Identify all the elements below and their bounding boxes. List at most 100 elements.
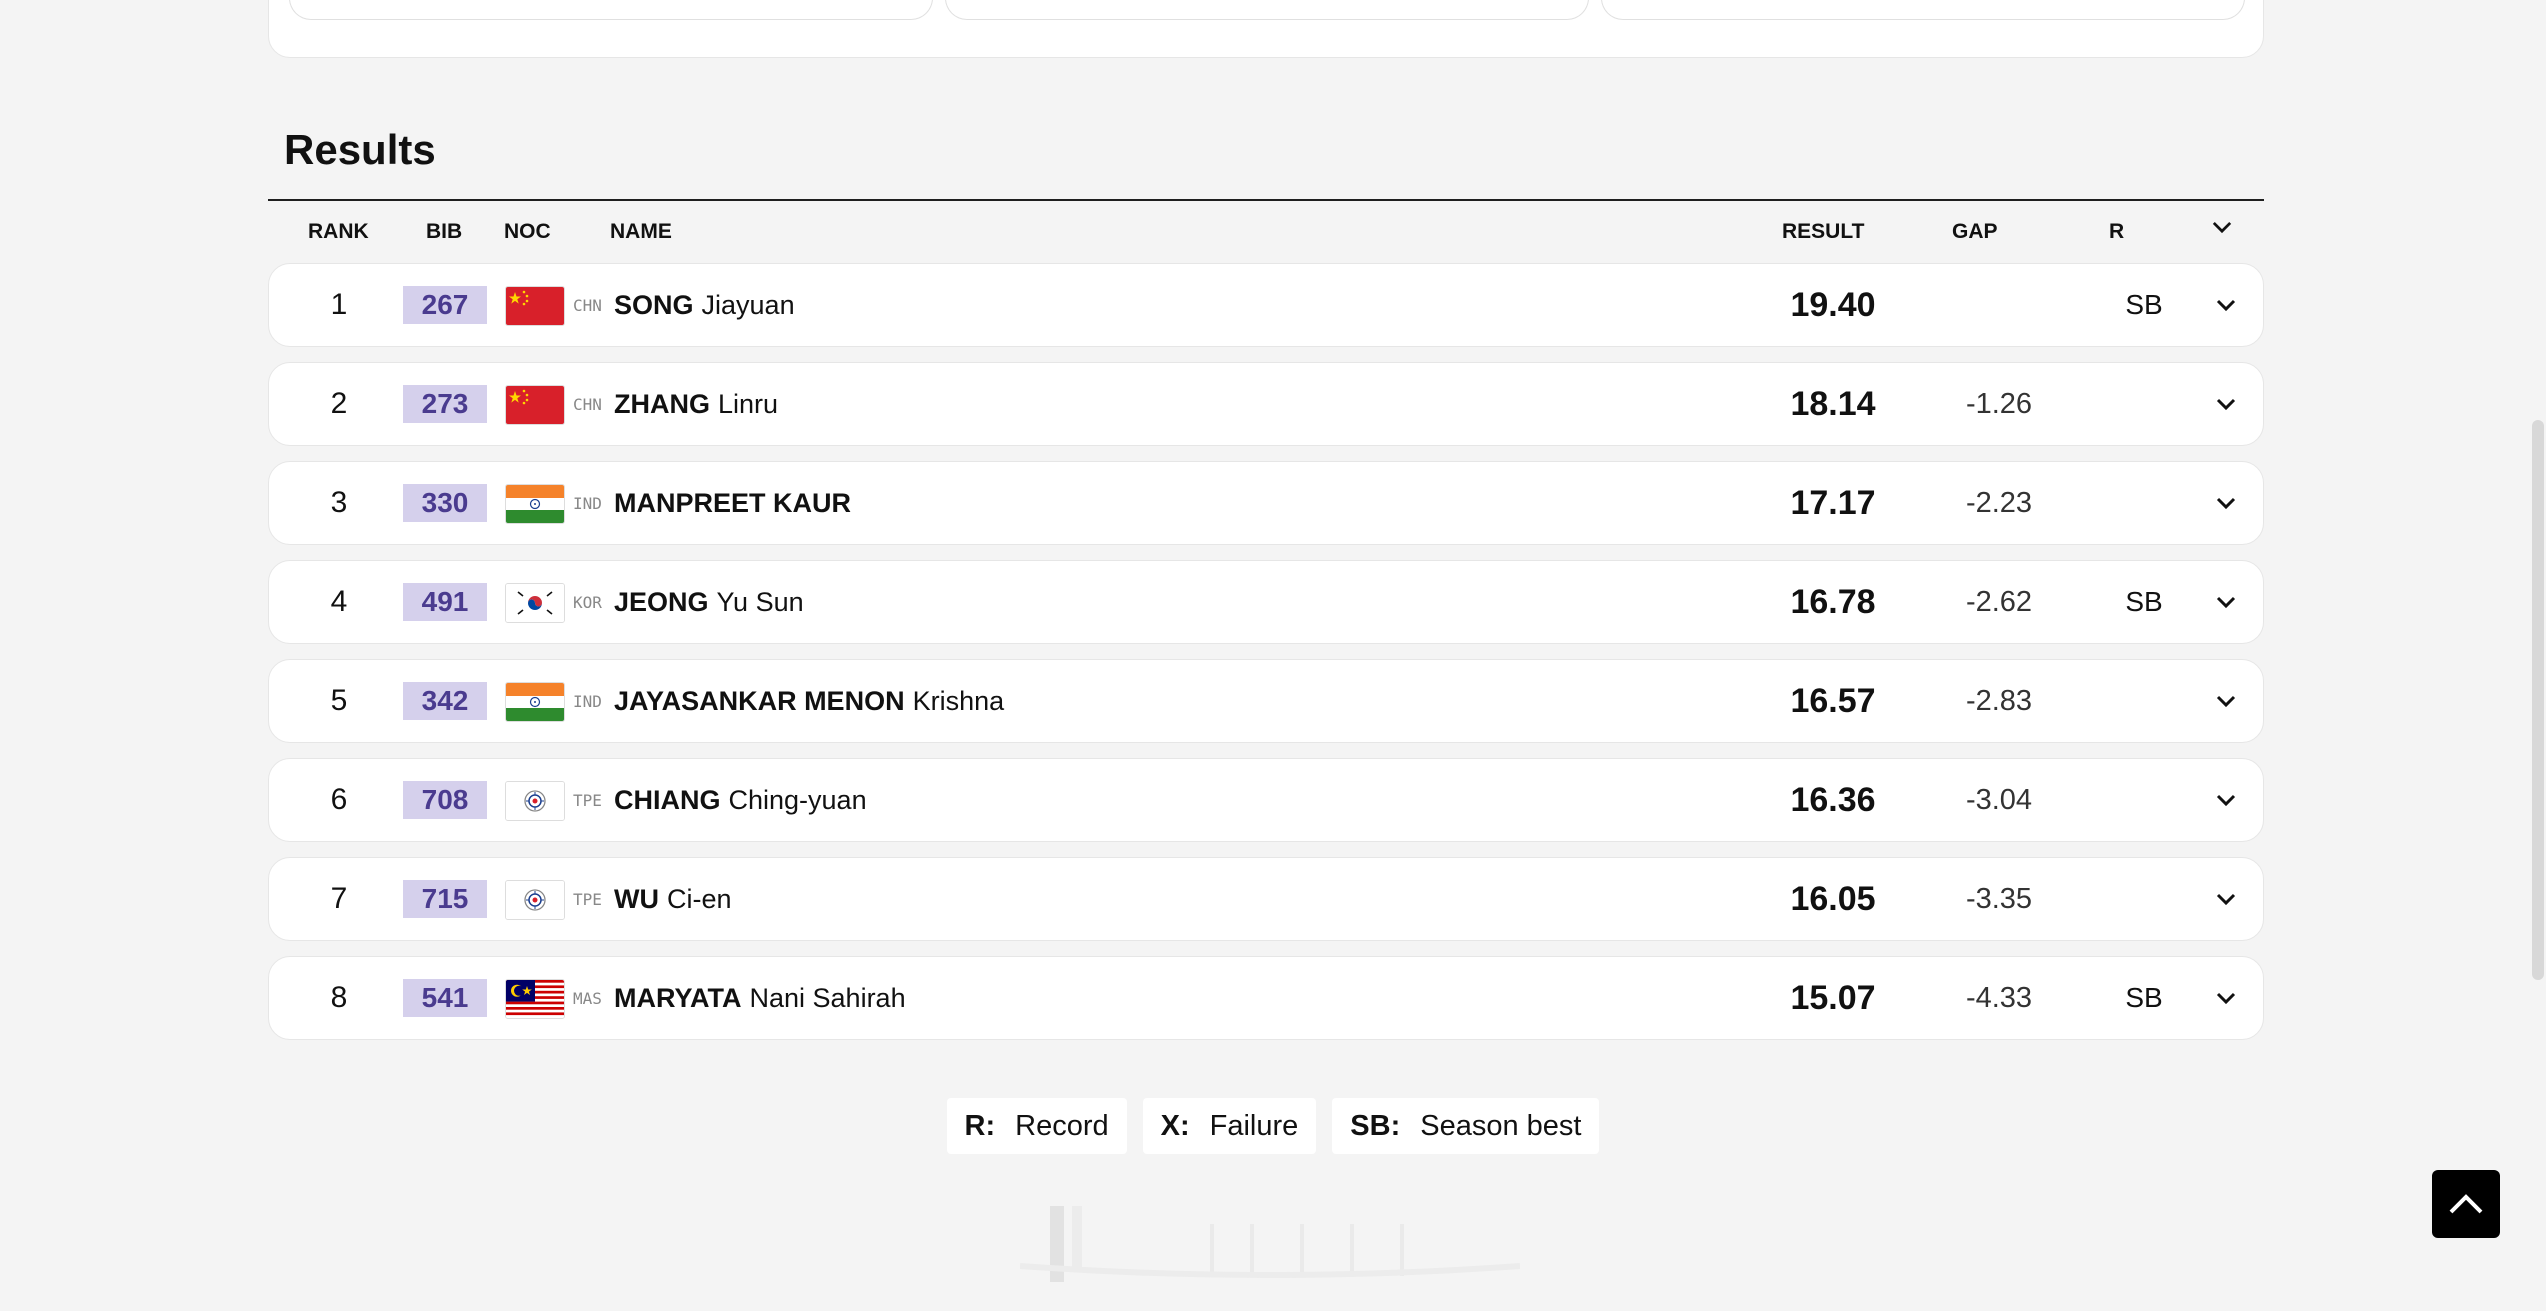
athlete-last-name: ZHANG: [614, 388, 710, 419]
gap-value: -3.04: [1965, 783, 2033, 816]
legend-item-failure: X: Failure: [1142, 1098, 1317, 1154]
record-value: SB: [2125, 982, 2163, 1013]
legend: R: Record X: Failure SB: Season best: [0, 1098, 2546, 1154]
legend-item-season-best: SB: Season best: [1332, 1098, 1600, 1154]
noc-code: IND: [573, 691, 602, 711]
result-value: 16.36: [1790, 780, 1876, 819]
rank: 4: [330, 585, 348, 618]
bib-badge: 330: [403, 484, 487, 522]
result-row[interactable]: 8 541 MAS MARYATA Nani Sahirah 15.07 -4.33 SB: [268, 956, 2264, 1040]
result-row[interactable]: 2 273 CHN ZHANG Linru 18.14 -1.26: [268, 362, 2264, 446]
bib-badge: 267: [403, 286, 487, 324]
name-header: NAME: [610, 220, 672, 243]
athlete-first-name: Ching-yuan: [728, 784, 867, 815]
title-divider: [268, 199, 2264, 201]
result-value: 17.17: [1790, 483, 1876, 522]
expand-row-button[interactable]: [2206, 363, 2246, 445]
athlete-first-name: Ci-en: [666, 883, 732, 914]
chevron-down-icon: [2216, 893, 2236, 906]
rank: 6: [330, 783, 348, 816]
gap-value: -4.33: [1965, 981, 2033, 1014]
chevron-down-icon: [2216, 695, 2236, 708]
athlete-name[interactable]: SONG Jiayuan: [614, 264, 795, 346]
expand-all-button[interactable]: [2212, 216, 2232, 240]
legend-key: R:: [964, 1109, 996, 1142]
athlete-last-name: SONG: [614, 289, 694, 320]
result-row[interactable]: 7 715 TPE WU Ci-en 16.05 -3.35: [268, 857, 2264, 941]
result-header: RESULT: [1782, 220, 1865, 243]
result-value: 19.40: [1790, 285, 1876, 324]
rank: 8: [330, 981, 348, 1014]
athlete-first-name: Linru: [718, 388, 779, 419]
athlete-name[interactable]: MARYATA Nani Sahirah: [614, 957, 906, 1039]
athlete-name[interactable]: MANPREET KAUR: [614, 462, 859, 544]
athlete-name[interactable]: WU Ci-en: [614, 858, 732, 940]
athlete-name[interactable]: JEONG Yu Sun: [614, 561, 804, 643]
expand-row-button[interactable]: [2206, 759, 2246, 841]
expand-row-button[interactable]: [2206, 957, 2246, 1039]
china-flag-icon: [505, 286, 565, 326]
chevron-up-icon: [2449, 1194, 2483, 1214]
athlete-first-name: Krishna: [912, 685, 1005, 716]
gap-value: -1.26: [1965, 387, 2033, 420]
athlete-last-name: MANPREET KAUR: [614, 487, 852, 518]
result-row[interactable]: 5 342 IND JAYASANKAR MENON Krishna 16.57 -2.83: [268, 659, 2264, 743]
page-scrollbar[interactable]: [2532, 420, 2544, 980]
rank-header: RANK: [308, 220, 369, 243]
chevron-down-icon: [2216, 398, 2236, 411]
china-flag-icon: [505, 385, 565, 425]
chevron-down-icon: [2216, 299, 2236, 312]
legend-label: Failure: [1209, 1109, 1299, 1142]
record-value: [2089, 462, 2199, 544]
india-flag-icon: [505, 484, 565, 524]
korea-flag-icon: [505, 583, 565, 623]
athlete-last-name: WU: [614, 883, 659, 914]
expand-row-button[interactable]: [2206, 264, 2246, 346]
bib-badge: 273: [403, 385, 487, 423]
chevron-down-icon: [2216, 596, 2236, 609]
athlete-first-name: Nani Sahirah: [749, 982, 906, 1013]
gap-value: -2.83: [1965, 684, 2033, 717]
chevron-down-icon: [2212, 221, 2232, 234]
expand-row-button[interactable]: [2206, 858, 2246, 940]
bib-header: BIB: [426, 220, 463, 243]
chevron-down-icon: [2216, 794, 2236, 807]
record-value: [2089, 759, 2199, 841]
scroll-to-top-button[interactable]: [2432, 1170, 2500, 1238]
athlete-last-name: MARYATA: [614, 982, 742, 1013]
rank: 1: [330, 288, 348, 321]
athlete-last-name: CHIANG: [614, 784, 721, 815]
noc-code: CHN: [573, 295, 602, 315]
record-value: [2089, 660, 2199, 742]
record-value: [2089, 363, 2199, 445]
bib-badge: 491: [403, 583, 487, 621]
legend-item-record: R: Record: [946, 1098, 1127, 1154]
legend-key: SB:: [1350, 1109, 1401, 1142]
noc-code: TPE: [573, 889, 602, 909]
record-value: SB: [2125, 586, 2163, 617]
noc-header: NOC: [504, 220, 551, 243]
athlete-last-name: JEONG: [614, 586, 709, 617]
expand-row-button[interactable]: [2206, 462, 2246, 544]
results-table-header: RANK BIB NOC NAME RESULT GAP R: [268, 214, 2264, 250]
summary-cards: [268, 0, 2264, 58]
result-row[interactable]: 3 330 IND MANPREET KAUR 17.17 -2.23: [268, 461, 2264, 545]
results-title: Results: [284, 126, 436, 173]
athlete-name[interactable]: ZHANG Linru: [614, 363, 778, 445]
rank: 3: [330, 486, 348, 519]
rank: 7: [330, 882, 348, 915]
athlete-first-name: Yu Sun: [716, 586, 804, 617]
athlete-name[interactable]: CHIANG Ching-yuan: [614, 759, 867, 841]
india-flag-icon: [505, 682, 565, 722]
result-value: 15.07: [1790, 978, 1876, 1017]
expand-row-button[interactable]: [2206, 561, 2246, 643]
athlete-last-name: JAYASANKAR MENON: [614, 685, 905, 716]
expand-row-button[interactable]: [2206, 660, 2246, 742]
athlete-name[interactable]: JAYASANKAR MENON Krishna: [614, 660, 1004, 742]
chevron-down-icon: [2216, 992, 2236, 1005]
result-row[interactable]: 1 267 CHN SONG Jiayuan 19.40 SB: [268, 263, 2264, 347]
result-row[interactable]: 6 708 TPE CHIANG Ching-yuan 16.36 -3.04: [268, 758, 2264, 842]
legend-key: X:: [1160, 1109, 1190, 1142]
chinese-taipei-flag-icon: [505, 880, 565, 920]
result-row[interactable]: 4 491 KOR JEONG Yu Sun 16.78 -2.62 SB: [268, 560, 2264, 644]
